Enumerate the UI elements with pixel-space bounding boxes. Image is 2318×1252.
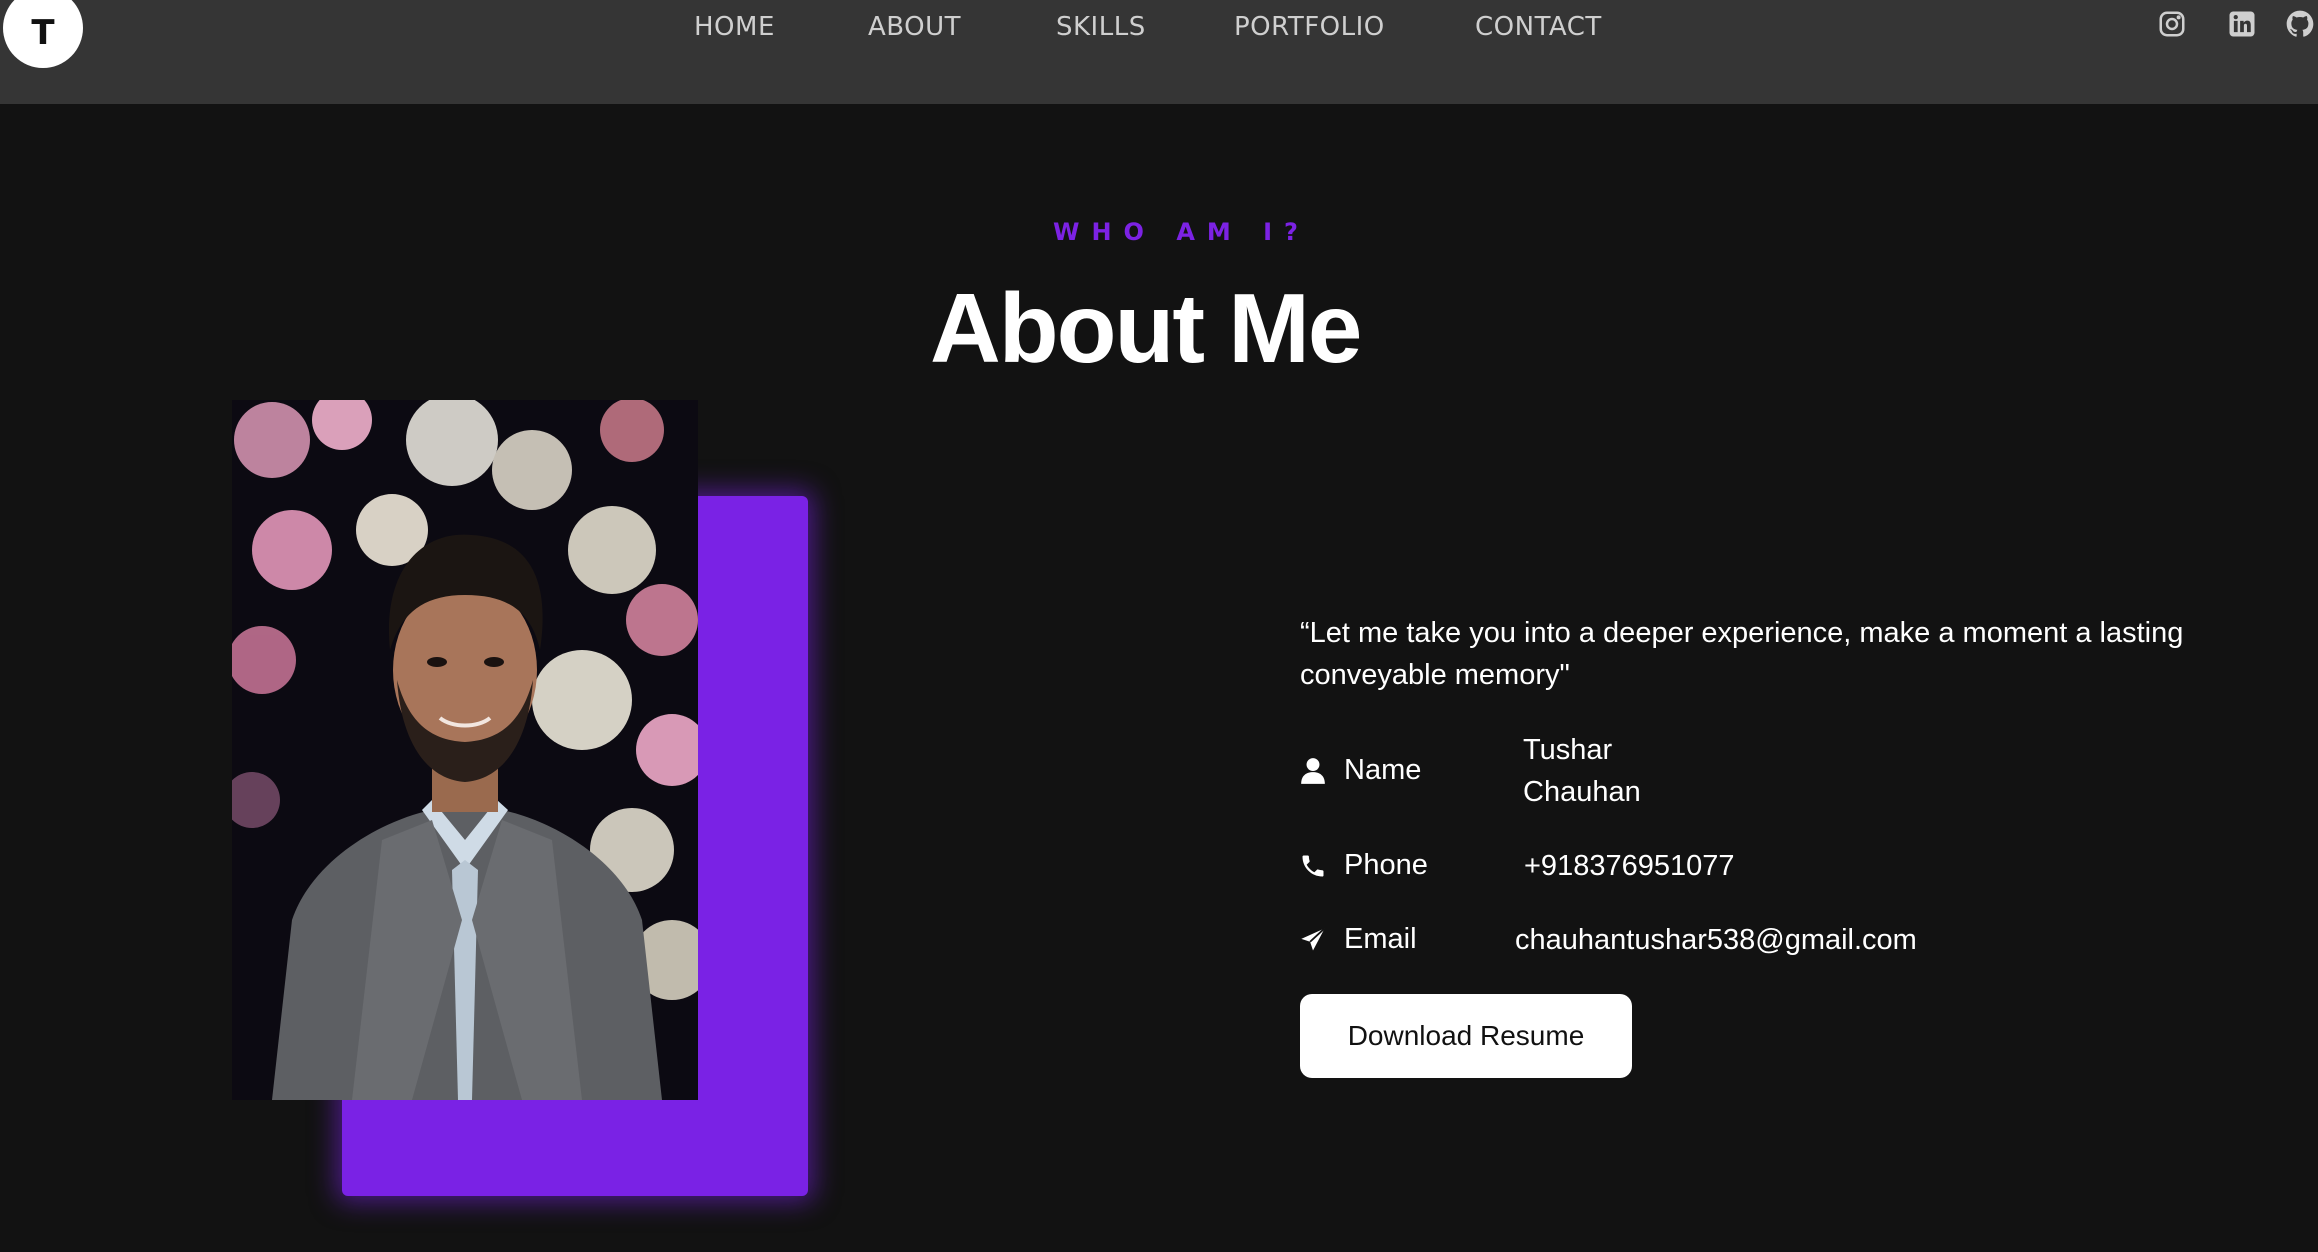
phone-label: Phone	[1344, 849, 1428, 881]
page-title: About Me	[930, 273, 1362, 383]
logo-letter: T	[31, 13, 55, 53]
nav-contact[interactable]: CONTACT	[1475, 12, 1602, 42]
logo[interactable]: T	[3, 0, 83, 68]
phone-value: +918376951077	[1524, 850, 1735, 882]
send-icon	[1298, 925, 1328, 955]
name-label: Name	[1344, 754, 1422, 786]
email-value[interactable]: chauhantushar538@gmail.com	[1515, 919, 1917, 961]
name-value-last: Chauhan	[1523, 776, 1641, 808]
github-icon[interactable]	[2284, 4, 2318, 44]
about-quote: “Let me take you into a deeper experienc…	[1300, 617, 2184, 691]
nav-home[interactable]: HOME	[694, 12, 775, 42]
profile-photo	[232, 400, 698, 1100]
nav-about[interactable]: ABOUT	[868, 12, 961, 42]
download-resume-button[interactable]: Download Resume	[1300, 994, 1632, 1078]
instagram-icon[interactable]	[2152, 4, 2192, 44]
linkedin-icon[interactable]	[2222, 4, 2262, 44]
section-eyebrow: WHO AM I?	[1053, 218, 1310, 246]
email-label: Email	[1344, 923, 1417, 955]
user-icon	[1298, 756, 1328, 786]
navbar: T HOME ABOUT SKILLS PORTFOLIO CONTACT	[0, 0, 2318, 104]
name-value: Tushar Chauhan	[1523, 729, 1641, 813]
phone-icon	[1298, 851, 1328, 881]
nav-portfolio[interactable]: PORTFOLIO	[1234, 12, 1385, 42]
name-value-first: Tushar	[1523, 734, 1613, 766]
nav-skills[interactable]: SKILLS	[1056, 12, 1146, 42]
